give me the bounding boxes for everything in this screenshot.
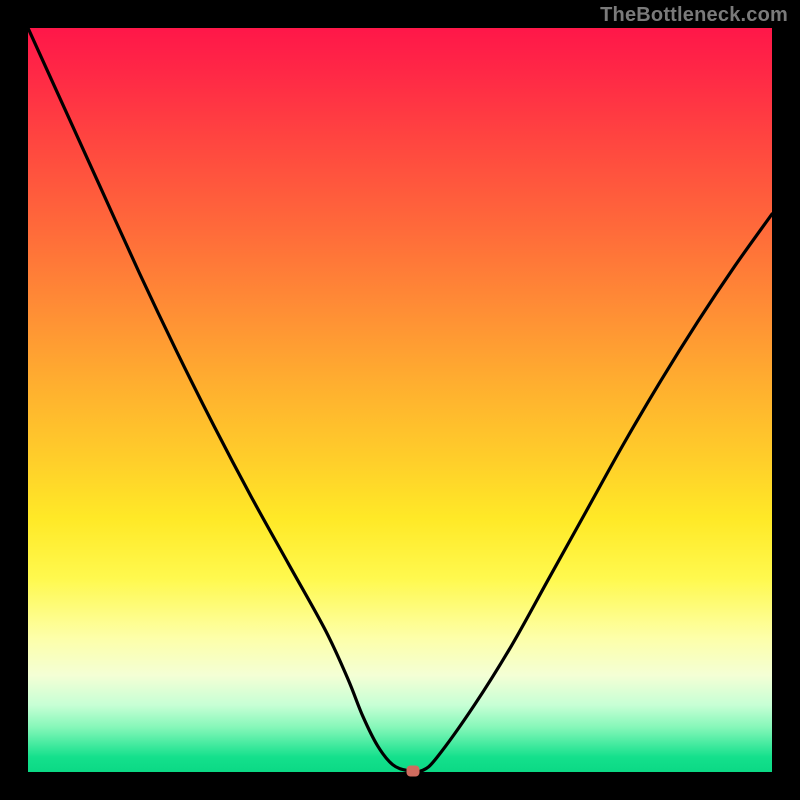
curve-layer bbox=[28, 28, 772, 772]
chart-frame: TheBottleneck.com bbox=[0, 0, 800, 800]
optimal-point-marker bbox=[407, 765, 420, 776]
bottleneck-curve bbox=[28, 28, 772, 772]
watermark-text: TheBottleneck.com bbox=[600, 4, 788, 27]
